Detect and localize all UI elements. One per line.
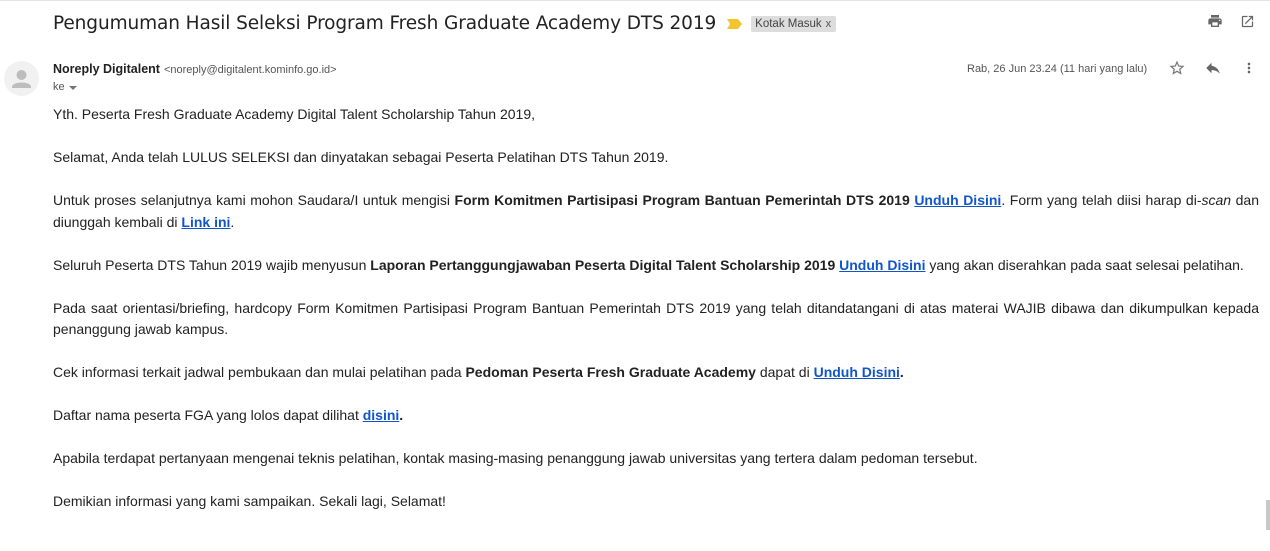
body-paragraph-list: Daftar nama peserta FGA yang lolos dapat… <box>53 405 1259 427</box>
download-link-report[interactable]: Unduh Disini <box>839 257 925 273</box>
star-icon <box>1169 60 1185 75</box>
more-vert-icon <box>1247 62 1251 74</box>
text: Daftar nama peserta FGA yang lolos dapat… <box>53 407 363 423</box>
body-paragraph-form: Untuk proses selanjutnya kami mohon Saud… <box>53 190 1259 233</box>
bold-text: Pedoman Peserta Fresh Graduate Academy <box>465 364 756 380</box>
top-actions <box>1206 12 1256 30</box>
download-link-form[interactable]: Unduh Disini <box>914 192 1001 208</box>
bold-text: Form Komitmen Partisipasi Program Bantua… <box>454 192 910 208</box>
sender-name: Noreply Digitalent <box>53 62 160 76</box>
important-marker-icon[interactable] <box>727 19 743 29</box>
scrollbar-thumb[interactable] <box>1266 500 1270 530</box>
avatar-icon <box>12 70 31 88</box>
sender-email: <noreply@digitalent.kominfo.go.id> <box>163 64 337 76</box>
email-subject: Pengumuman Hasil Seleksi Program Fresh G… <box>53 12 717 34</box>
email-date: Rab, 26 Jun 23.24 (11 hari yang lalu) <box>967 63 1148 75</box>
top-divider <box>0 0 1270 1</box>
text: dapat di <box>755 364 814 380</box>
chevron-down-icon <box>68 85 77 90</box>
body-paragraph-closing: Demikian informasi yang kami sampaikan. … <box>53 493 446 509</box>
reply-button[interactable] <box>1204 59 1222 77</box>
reply-icon <box>1206 62 1220 74</box>
participants-list-link[interactable]: disini <box>363 407 400 423</box>
text: . Form yang telah diisi harap di- <box>1001 192 1202 208</box>
italic-text: scan <box>1201 192 1232 208</box>
to-label: ke <box>53 81 65 93</box>
body-paragraph-orientation: Pada saat orientasi/briefing, hardcopy F… <box>53 299 1259 338</box>
text: . <box>230 213 235 230</box>
text: Untuk proses selanjutnya kami mohon Saud… <box>53 192 455 208</box>
body-paragraph-congrats: Selamat, Anda telah LULUS SELEKSI dan di… <box>53 149 669 165</box>
body-paragraph-schedule: Cek informasi terkait jadwal pembukaan d… <box>53 362 1259 384</box>
upload-link[interactable]: Link ini <box>181 214 230 230</box>
more-options-button[interactable] <box>1240 59 1258 77</box>
text: yang akan diserahkan pada saat selesai p… <box>925 256 1244 273</box>
body-paragraph-report: Seluruh Peserta DTS Tahun 2019 wajib men… <box>53 255 1259 277</box>
recipient-toggle[interactable]: ke <box>53 81 77 93</box>
body-paragraph-questions: Apabila terdapat pertanyaan mengenai tek… <box>53 450 978 466</box>
star-button[interactable] <box>1168 59 1186 77</box>
label-remove-icon[interactable]: x <box>826 18 832 30</box>
text: Cek informasi terkait jadwal pembukaan d… <box>53 364 466 380</box>
label-chip-inbox[interactable]: Kotak Masuk x <box>751 15 837 32</box>
email-body: Yth. Peserta Fresh Graduate Academy Digi… <box>53 104 1259 534</box>
body-paragraph-greeting: Yth. Peserta Fresh Graduate Academy Digi… <box>53 106 535 122</box>
sender-avatar <box>4 61 39 96</box>
text: . <box>399 407 404 423</box>
text: Seluruh Peserta DTS Tahun 2019 wajib men… <box>53 256 371 273</box>
print-icon <box>1208 15 1222 27</box>
label-chip-text: Kotak Masuk <box>755 17 822 30</box>
bold-text: Laporan Pertanggungjawaban Peserta Digit… <box>370 256 836 273</box>
sender-row: Noreply Digitalent <noreply@digitalent.k… <box>53 62 337 76</box>
subject-row: Pengumuman Hasil Seleksi Program Fresh G… <box>53 9 837 37</box>
open-new-window-button[interactable] <box>1238 12 1256 30</box>
download-link-guide[interactable]: Unduh Disini <box>814 364 900 380</box>
message-actions <box>1168 59 1258 77</box>
print-button[interactable] <box>1206 12 1224 30</box>
new-window-icon <box>1241 15 1253 27</box>
text: . <box>899 364 904 380</box>
